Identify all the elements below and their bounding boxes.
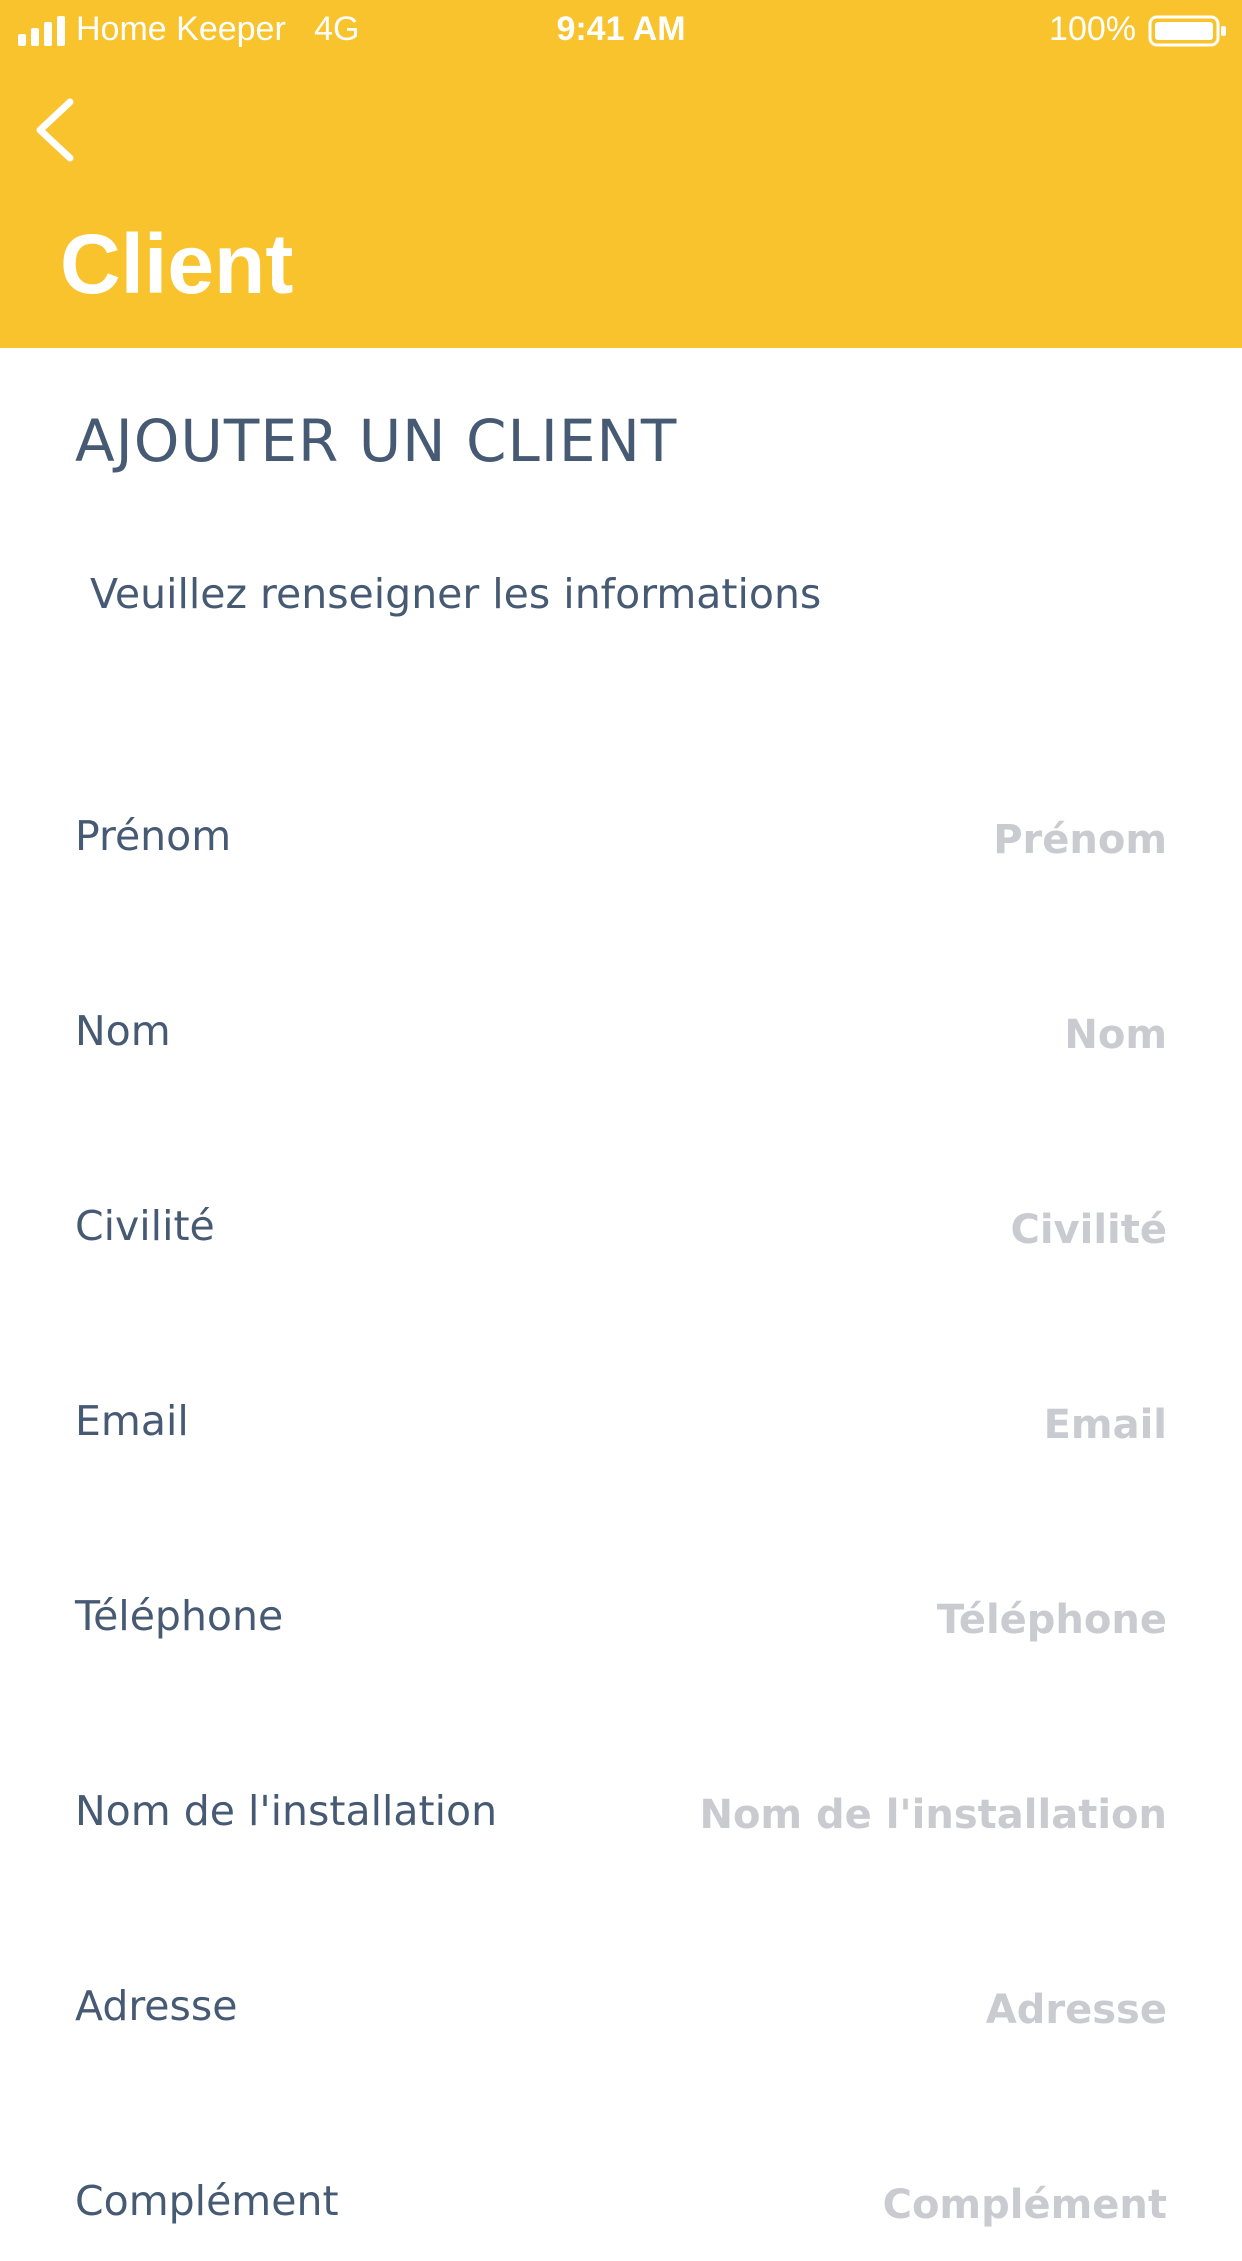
back-button[interactable] bbox=[28, 92, 88, 168]
field-row-nom: Nom bbox=[75, 1007, 1167, 1091]
field-row-complement: Complément bbox=[75, 2177, 1167, 2261]
form-heading: AJOUTER UN CLIENT bbox=[75, 407, 678, 475]
adresse-input[interactable] bbox=[607, 1982, 1167, 2038]
form-subtitle: Veuillez renseigner les informations bbox=[90, 570, 822, 618]
prenom-input[interactable] bbox=[607, 812, 1167, 868]
field-row-email: Email bbox=[75, 1397, 1167, 1481]
page-title: Client bbox=[60, 217, 294, 311]
civilite-label: Civilité bbox=[75, 1202, 215, 1250]
prenom-label: Prénom bbox=[75, 812, 232, 860]
chevron-left-icon bbox=[36, 98, 74, 162]
app-header: Home Keeper 4G 9:41 AM 100% Client bbox=[0, 0, 1242, 348]
field-row-adresse: Adresse bbox=[75, 1982, 1167, 2066]
adresse-label: Adresse bbox=[75, 1982, 238, 2030]
field-row-civilite: Civilité bbox=[75, 1202, 1167, 1286]
complement-label: Complément bbox=[75, 2177, 339, 2225]
battery-icon bbox=[1148, 15, 1226, 47]
field-row-prenom: Prénom bbox=[75, 812, 1167, 896]
field-row-installation: Nom de l'installation bbox=[75, 1787, 1167, 1871]
nom-input[interactable] bbox=[607, 1007, 1167, 1063]
installation-input[interactable] bbox=[607, 1787, 1167, 1843]
email-input[interactable] bbox=[607, 1397, 1167, 1453]
battery-percentage: 100% bbox=[1049, 10, 1136, 48]
email-label: Email bbox=[75, 1397, 189, 1445]
nom-label: Nom bbox=[75, 1007, 171, 1055]
field-row-telephone: Téléphone bbox=[75, 1592, 1167, 1676]
civilite-input[interactable] bbox=[607, 1202, 1167, 1258]
telephone-label: Téléphone bbox=[75, 1592, 284, 1640]
telephone-input[interactable] bbox=[607, 1592, 1167, 1648]
complement-input[interactable] bbox=[607, 2177, 1167, 2233]
status-bar: Home Keeper 4G 9:41 AM 100% bbox=[0, 0, 1242, 62]
installation-label: Nom de l'installation bbox=[75, 1787, 498, 1835]
